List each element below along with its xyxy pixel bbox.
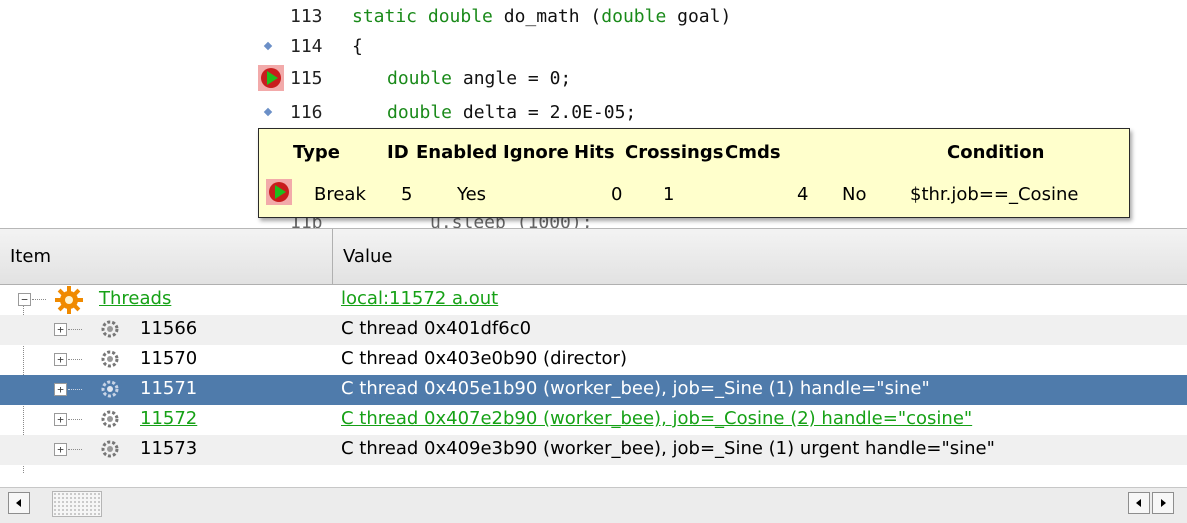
- expand-toggle-icon[interactable]: +: [54, 383, 67, 396]
- expand-toggle-icon[interactable]: +: [54, 323, 67, 336]
- thread-value: C thread 0x409e3b90 (worker_bee), job=_S…: [341, 438, 995, 459]
- thread-value: C thread 0x403e0b90 (director): [341, 348, 627, 369]
- gear-orange-icon: [55, 286, 83, 314]
- expand-toggle-icon[interactable]: +: [54, 443, 67, 456]
- thread-id: 11573: [140, 438, 198, 459]
- tree-connector: [68, 449, 82, 450]
- gear-icon: [101, 320, 119, 338]
- gear-icon: [101, 350, 119, 368]
- tooltip-header-type: Type: [293, 142, 340, 163]
- tree-connector: [68, 359, 82, 360]
- tooltip-ignore: 0: [611, 184, 623, 205]
- gear-icon: [101, 380, 119, 398]
- threads-tree-table: Item Value − Threads local:11572 a.out +…: [0, 228, 1187, 523]
- collapse-toggle-icon[interactable]: −: [18, 293, 31, 306]
- threads-root-label[interactable]: Threads: [99, 288, 171, 309]
- thread-value[interactable]: C thread 0x407e2b90 (worker_bee), job=_C…: [341, 408, 972, 429]
- tooltip-hits: 1: [663, 184, 675, 205]
- scroll-left-button[interactable]: [8, 492, 30, 514]
- tree-connector: [68, 419, 82, 420]
- line-number: 113: [290, 5, 323, 27]
- arrow-left-icon: [1136, 499, 1141, 507]
- tooltip-condition: $thr.job==_Cosine: [910, 184, 1079, 205]
- scroll-left-button[interactable]: [1128, 492, 1150, 514]
- scrollbar-thumb[interactable]: [52, 491, 102, 517]
- tree-row-thread-selected[interactable]: + 11571 C thread 0x405e1b90 (worker_bee)…: [0, 375, 1187, 405]
- expand-toggle-icon[interactable]: +: [54, 353, 67, 366]
- code-text: angle = 0;: [452, 67, 572, 89]
- code-line-114[interactable]: 114 {: [258, 31, 363, 61]
- tree-row-threads[interactable]: − Threads local:11572 a.out: [0, 285, 1187, 315]
- thread-value: C thread 0x401df6c0: [341, 318, 532, 339]
- thread-id: 11571: [140, 378, 198, 399]
- line-number: 116: [290, 101, 323, 123]
- code-text: goal): [666, 5, 732, 27]
- thread-id[interactable]: 11572: [140, 408, 197, 429]
- line-gutter[interactable]: [258, 31, 290, 61]
- tooltip-header-id: ID: [387, 142, 409, 163]
- tree-connector: [68, 389, 82, 390]
- tooltip-header-condition: Condition: [947, 142, 1045, 163]
- code-keyword: double: [387, 67, 453, 89]
- tree-row-thread-current[interactable]: + 11572 C thread 0x407e2b90 (worker_bee)…: [0, 405, 1187, 435]
- executable-line-marker-icon: [263, 107, 273, 117]
- tooltip-header-crossings: Crossings: [625, 142, 724, 163]
- breakpoint-tooltip: Type ID Enabled Ignore Hits Crossings Cm…: [258, 128, 1130, 218]
- threads-root-value[interactable]: local:11572 a.out: [341, 288, 498, 309]
- code-line-113[interactable]: 113 static double do_math (double goal): [258, 1, 731, 31]
- arrow-left-icon: [16, 499, 21, 507]
- arrow-right-icon: [1161, 499, 1166, 507]
- breakpoint-icon: [266, 179, 292, 205]
- code-text: {: [352, 35, 363, 57]
- tooltip-header-ignore: Ignore: [503, 142, 569, 163]
- tooltip-header-cmds: Cmds: [725, 142, 781, 163]
- code-keyword: static double: [352, 5, 493, 27]
- tree-row-thread[interactable]: + 11573 C thread 0x409e3b90 (worker_bee)…: [0, 435, 1187, 465]
- column-header-value[interactable]: Value: [333, 229, 1187, 285]
- code-line-116[interactable]: 116 double delta = 2.0E-05;: [258, 97, 636, 127]
- tooltip-header-enabled: Enabled: [416, 142, 498, 163]
- breakpoint-icon[interactable]: [258, 65, 284, 91]
- code-text: do_math (: [492, 5, 602, 27]
- executable-line-marker-icon: [263, 41, 273, 51]
- line-gutter[interactable]: [258, 63, 290, 93]
- line-gutter[interactable]: [258, 97, 290, 127]
- line-number: 114: [290, 35, 323, 57]
- thread-id: 11566: [140, 318, 198, 339]
- tooltip-id: 5: [401, 184, 413, 205]
- thread-value: C thread 0x405e1b90 (worker_bee), job=_S…: [341, 378, 930, 399]
- tooltip-crossings: 4: [797, 184, 809, 205]
- tree-connector: [68, 329, 82, 330]
- tooltip-cmds: No: [842, 184, 867, 205]
- tree-connector: [32, 299, 46, 300]
- tooltip-enabled: Yes: [457, 184, 487, 205]
- tree-row-thread[interactable]: + 11570 C thread 0x403e0b90 (director): [0, 345, 1187, 375]
- tree-row-thread[interactable]: + 11566 C thread 0x401df6c0: [0, 315, 1187, 345]
- expand-toggle-icon[interactable]: +: [54, 413, 67, 426]
- code-line-115[interactable]: 115 double angle = 0;: [258, 63, 571, 93]
- line-gutter[interactable]: [258, 1, 290, 31]
- tooltip-type: Break: [314, 184, 366, 205]
- scroll-right-button[interactable]: [1152, 492, 1174, 514]
- horizontal-scrollbar[interactable]: [0, 487, 1187, 523]
- code-keyword: double: [387, 101, 453, 123]
- gear-icon: [101, 440, 119, 458]
- column-header-item[interactable]: Item: [0, 229, 333, 285]
- gear-icon: [101, 410, 119, 428]
- thread-id: 11570: [140, 348, 198, 369]
- code-text: delta = 2.0E-05;: [452, 101, 637, 123]
- code-keyword: double: [601, 5, 667, 27]
- tooltip-header-hits: Hits: [574, 142, 615, 163]
